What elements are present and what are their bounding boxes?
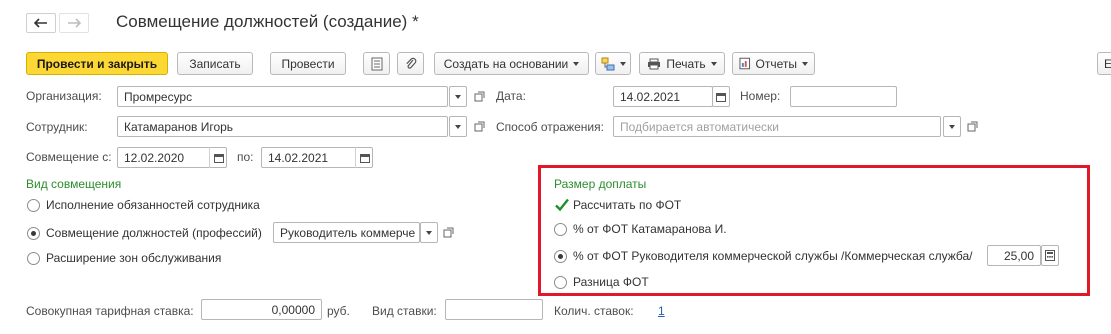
radio-fot-commercial-head[interactable]: [554, 250, 567, 263]
radio-duties-performance[interactable]: [27, 199, 40, 212]
chevron-down-icon: [455, 94, 461, 99]
reflection-dropdown-button[interactable]: [943, 116, 961, 137]
organization-open-button[interactable]: [471, 88, 487, 104]
reports-button[interactable]: Отчеты: [732, 52, 815, 75]
number-label: Номер:: [740, 89, 781, 103]
chevron-down-icon: [426, 230, 432, 235]
option-fot-difference[interactable]: Разница ФОТ: [573, 275, 649, 289]
pay-size-title: Размер доплаты: [554, 177, 647, 191]
open-link-icon: [474, 121, 484, 131]
more-button[interactable]: Е: [1097, 52, 1111, 75]
rate-field[interactable]: 0,00000: [201, 299, 322, 320]
combo-to-calendar-button[interactable]: [355, 147, 373, 168]
employee-dropdown-button[interactable]: [449, 116, 467, 137]
option-duties-performance[interactable]: Исполнение обязанностей сотрудника: [46, 198, 260, 212]
rate-type-field[interactable]: [445, 299, 543, 320]
radio-fot-employee[interactable]: [554, 223, 567, 236]
radio-service-area-extension[interactable]: [27, 252, 40, 265]
position-field[interactable]: Руководитель коммерче: [273, 222, 420, 243]
reports-label: Отчеты: [755, 56, 797, 71]
attach-button[interactable]: [397, 52, 424, 75]
back-button[interactable]: [26, 13, 56, 33]
print-label: Печать: [666, 56, 706, 71]
radio-positions-combination[interactable]: [27, 227, 40, 240]
rate-unit: руб.: [327, 304, 350, 318]
date-field[interactable]: 14.02.2021: [613, 86, 713, 107]
printer-icon: [648, 58, 661, 69]
arrow-right-icon: [68, 18, 81, 28]
document-list-button[interactable]: [363, 52, 390, 75]
combo-from-calendar-button[interactable]: [209, 147, 227, 168]
open-link-icon: [443, 227, 453, 237]
rate-type-label: Вид ставки:: [372, 304, 437, 318]
document-icon: [371, 57, 382, 70]
option-fot-employee[interactable]: % от ФОТ Катамаранова И.: [573, 222, 727, 236]
paperclip-icon: [405, 57, 416, 69]
combo-to-label: по:: [237, 150, 254, 164]
date-label: Дата:: [496, 89, 526, 103]
create-based-on-label: Создать на основании: [443, 56, 569, 71]
structure-button[interactable]: [595, 52, 631, 75]
option-positions-combination[interactable]: Совмещение должностей (профессий): [46, 226, 262, 240]
combo-from-label: Совмещение с:: [26, 150, 112, 164]
open-link-icon: [474, 91, 484, 101]
option-fot-commercial-head[interactable]: % от ФОТ Руководителя коммерческой служб…: [573, 249, 972, 263]
percent-field[interactable]: 25,00: [987, 245, 1041, 266]
position-open-button[interactable]: [440, 224, 456, 240]
number-field[interactable]: [790, 86, 897, 107]
page-title: Совмещение должностей (создание) *: [116, 12, 419, 31]
count-label: Колич. ставок:: [554, 304, 634, 318]
percent-calculator-button[interactable]: [1041, 245, 1059, 266]
organization-field[interactable]: Промресурс: [117, 86, 448, 107]
report-icon: [739, 57, 751, 70]
arrow-left-icon: [34, 18, 47, 28]
chevron-down-icon: [802, 61, 808, 66]
employee-label: Сотрудник:: [26, 120, 88, 134]
option-service-area-extension[interactable]: Расширение зон обслуживания: [46, 251, 221, 265]
open-link-icon: [967, 121, 977, 131]
combo-type-title: Вид совмещения: [26, 177, 122, 191]
calendar-icon: [359, 153, 370, 163]
calculate-by-fot-label[interactable]: Рассчитать по ФОТ: [573, 198, 681, 212]
chevron-down-icon: [455, 124, 461, 129]
position-dropdown-button[interactable]: [420, 222, 438, 243]
forward-button[interactable]: [59, 13, 89, 33]
checkmark-icon: [555, 198, 569, 212]
calendar-icon: [716, 92, 726, 102]
chevron-down-icon: [619, 61, 626, 66]
calendar-icon: [213, 153, 224, 163]
post-and-close-button[interactable]: Провести и закрыть: [26, 52, 168, 75]
reflection-field[interactable]: Подбирается автоматически: [613, 116, 941, 137]
chevron-down-icon: [949, 124, 955, 129]
date-calendar-button[interactable]: [712, 86, 730, 107]
calculator-icon: [1045, 250, 1055, 261]
employee-open-button[interactable]: [471, 118, 487, 134]
employee-field[interactable]: Катамаранов Игорь: [117, 116, 448, 137]
rate-label: Совокупная тарифная ставка:: [26, 304, 194, 318]
reflection-open-button[interactable]: [964, 118, 980, 134]
print-button[interactable]: Печать: [639, 52, 725, 75]
radio-fot-difference[interactable]: [554, 276, 567, 289]
organization-label: Организация:: [26, 89, 102, 103]
calculate-by-fot-checkbox[interactable]: [554, 197, 570, 213]
organization-dropdown-button[interactable]: [449, 86, 467, 107]
save-button[interactable]: Записать: [177, 52, 253, 75]
reflection-label: Способ отражения:: [496, 120, 604, 134]
create-based-on-button[interactable]: Создать на основании: [434, 52, 589, 75]
chevron-down-icon: [573, 61, 580, 66]
count-link[interactable]: 1: [658, 304, 665, 318]
hierarchy-icon: [601, 57, 614, 70]
chevron-down-icon: [710, 61, 717, 66]
post-button[interactable]: Провести: [270, 52, 346, 75]
